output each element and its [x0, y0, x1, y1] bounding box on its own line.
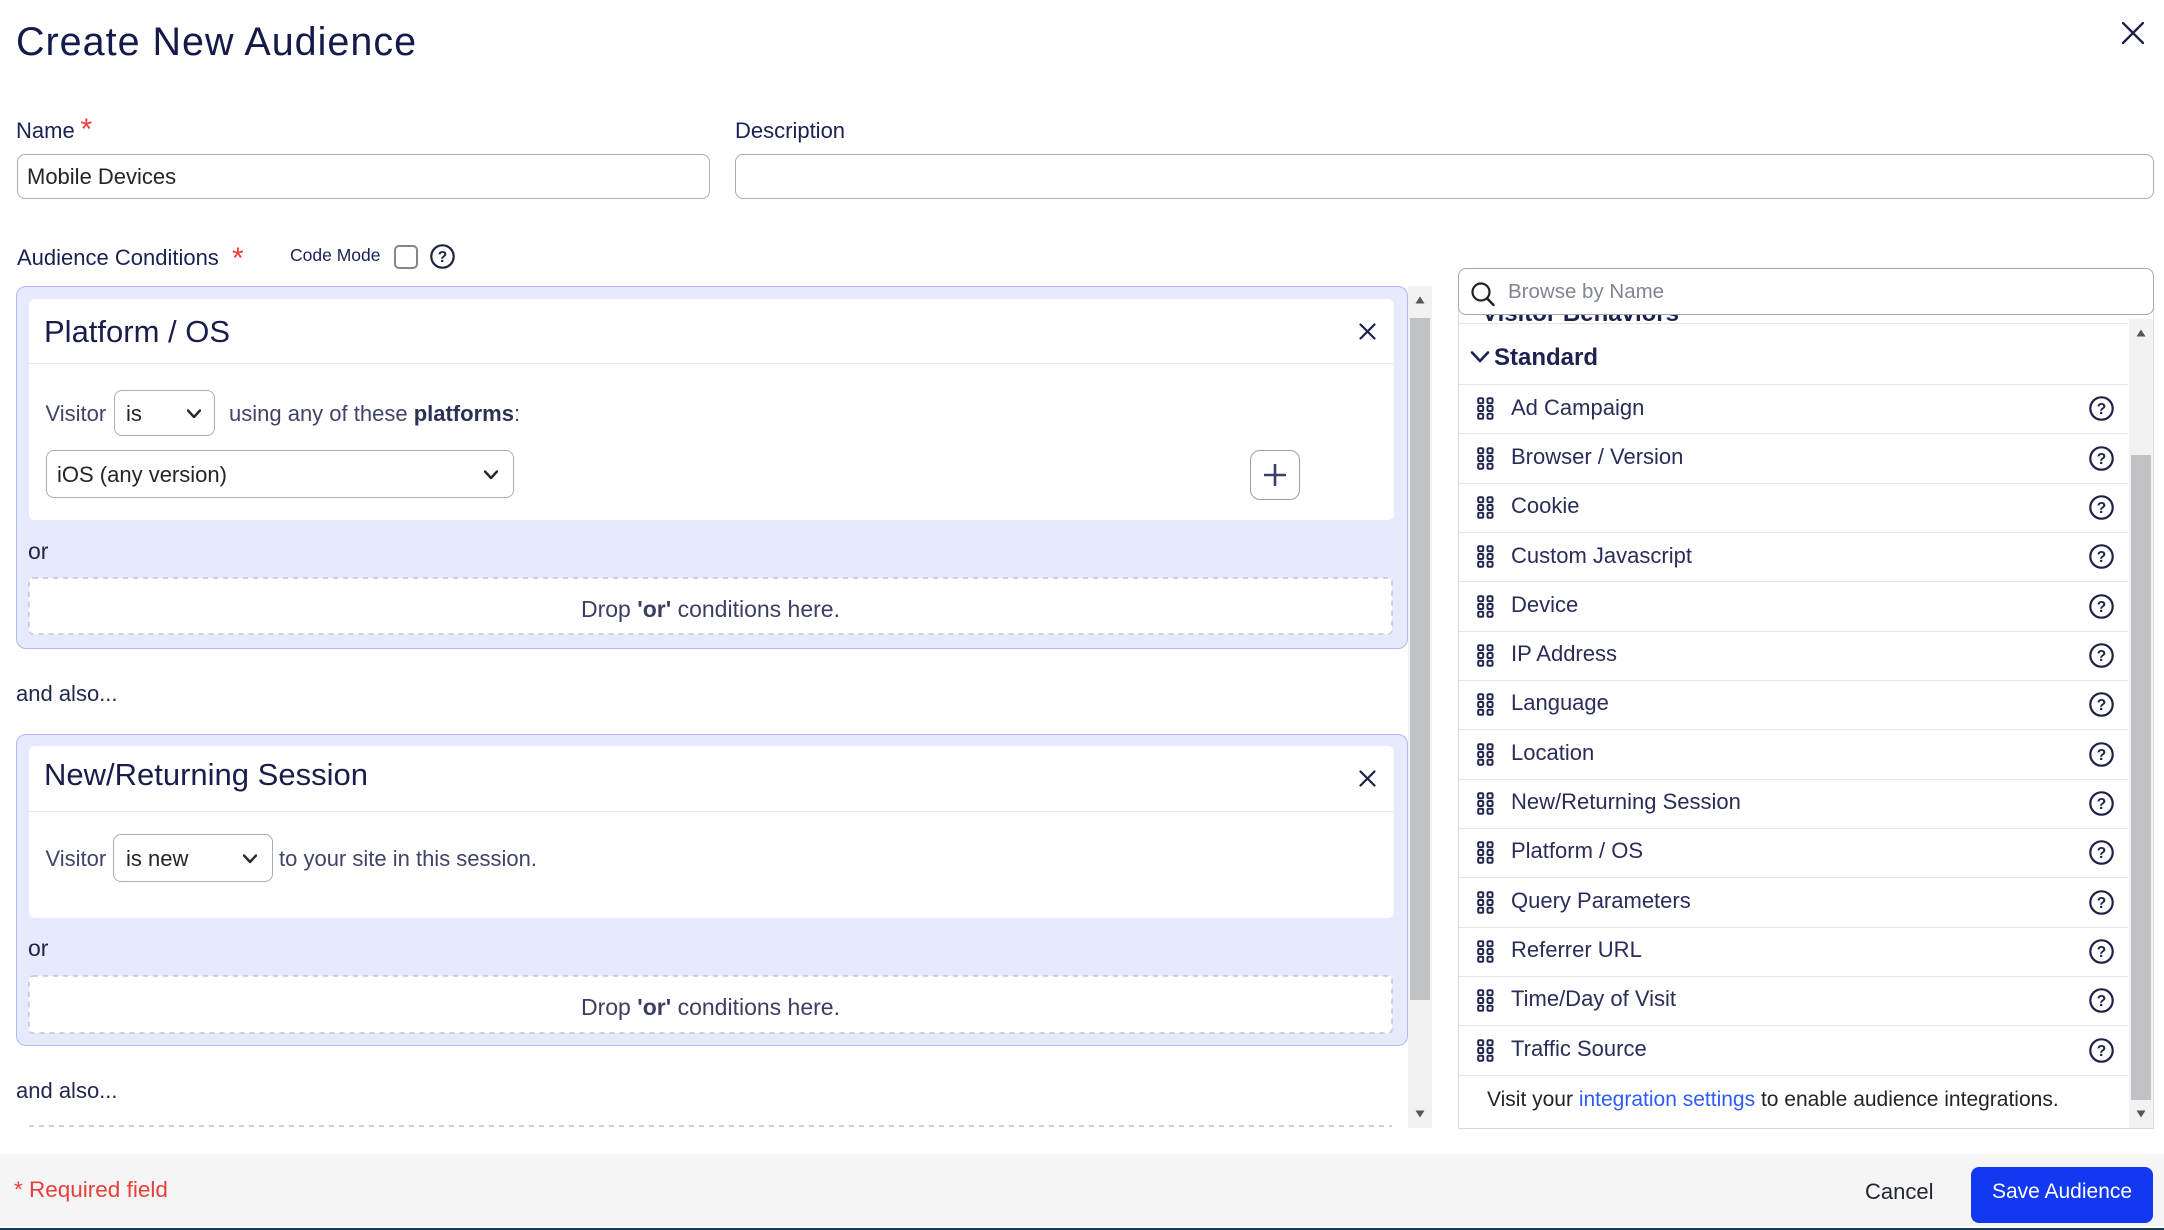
svg-text:?: ?	[2097, 401, 2106, 418]
svg-text:?: ?	[2097, 549, 2106, 566]
svg-text:?: ?	[2097, 500, 2106, 517]
svg-text:?: ?	[2097, 993, 2106, 1010]
svg-text:?: ?	[2097, 598, 2106, 615]
svg-text:?: ?	[438, 249, 447, 266]
svg-text:?: ?	[2097, 845, 2106, 862]
svg-text:?: ?	[2097, 1042, 2106, 1059]
svg-text:?: ?	[2097, 450, 2106, 467]
svg-text:?: ?	[2097, 944, 2106, 961]
svg-text:?: ?	[2097, 697, 2106, 714]
svg-text:?: ?	[2097, 796, 2106, 813]
svg-text:?: ?	[2097, 894, 2106, 911]
svg-text:?: ?	[2097, 648, 2106, 665]
svg-text:?: ?	[2097, 746, 2106, 763]
